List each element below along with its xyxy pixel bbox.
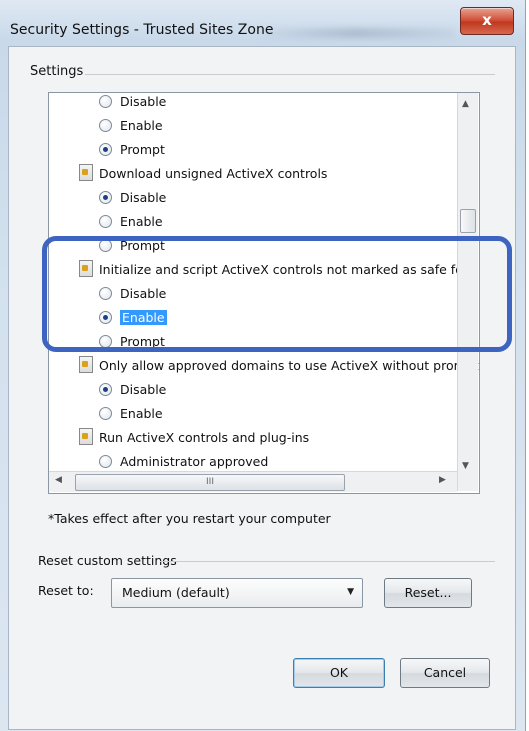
settings-group-label: Settings (30, 64, 84, 79)
ok-button[interactable]: OK (293, 658, 385, 688)
group-divider (85, 74, 495, 75)
setting-option-label: Enable (120, 406, 163, 421)
setting-category[interactable]: Only allow approved domains to use Activ… (79, 355, 479, 377)
reset-group-divider (160, 561, 495, 562)
radio-checked-icon[interactable] (99, 383, 112, 396)
cancel-button[interactable]: Cancel (400, 658, 490, 688)
setting-option-radio[interactable]: Enable (99, 115, 163, 137)
restart-note: *Takes effect after you restart your com… (48, 511, 331, 526)
security-level-value: Medium (default) (122, 585, 230, 600)
security-level-dropdown[interactable]: Medium (default) ▼ (111, 578, 363, 608)
scroll-down-icon[interactable]: ▼ (462, 461, 469, 471)
scroll-up-icon[interactable]: ▲ (462, 99, 469, 109)
radio-checked-icon[interactable] (99, 143, 112, 156)
window-title: Security Settings - Trusted Sites Zone (10, 22, 274, 38)
setting-option-label: Disable (120, 382, 167, 397)
setting-option-radio[interactable]: Enable (99, 211, 163, 233)
radio-checked-icon[interactable] (99, 191, 112, 204)
horizontal-scrollbar[interactable]: ◀ III ▶ (49, 471, 457, 492)
setting-option-label: Enable (120, 214, 163, 229)
reset-to-label: Reset to: (38, 583, 94, 598)
radio-unchecked-icon[interactable] (99, 407, 112, 420)
title-bar-blur (255, 28, 455, 38)
setting-option-radio[interactable]: Prompt (99, 139, 165, 161)
setting-option-radio[interactable]: Administrator approved (99, 451, 268, 473)
radio-unchecked-icon[interactable] (99, 455, 112, 468)
setting-option-label: Prompt (120, 142, 165, 157)
chevron-down-icon[interactable]: ▼ (347, 587, 354, 597)
dialog-window: Security Settings - Trusted Sites Zone x… (0, 0, 526, 731)
setting-category-label: Download unsigned ActiveX controls (99, 166, 328, 181)
setting-category-label: Run ActiveX controls and plug-ins (99, 430, 310, 445)
setting-option-radio[interactable]: Disable (99, 379, 166, 401)
setting-option-label: Disable (120, 190, 167, 205)
radio-unchecked-icon[interactable] (99, 215, 112, 228)
reset-group-label: Reset custom settings (38, 553, 177, 568)
settings-category-icon (79, 164, 93, 181)
scroll-grip: III (206, 477, 214, 487)
setting-option-label: Enable (120, 118, 163, 133)
vertical-scroll-thumb[interactable] (460, 209, 476, 233)
setting-option-label: Disable (120, 94, 167, 109)
horizontal-scroll-thumb[interactable]: III (75, 474, 345, 491)
setting-option-radio[interactable]: Disable (99, 93, 167, 113)
setting-category[interactable]: Download unsigned ActiveX controls (79, 163, 327, 185)
setting-category-label: Only allow approved domains to use Activ… (99, 358, 479, 373)
highlight-annotation (42, 236, 512, 352)
setting-option-radio[interactable]: Disable (99, 187, 166, 209)
radio-unchecked-icon[interactable] (99, 119, 112, 132)
title-bar[interactable]: Security Settings - Trusted Sites Zone x (0, 0, 525, 48)
scroll-right-icon[interactable]: ▶ (439, 475, 446, 485)
settings-category-icon (79, 356, 93, 373)
settings-category-icon (79, 428, 93, 445)
setting-option-label: Administrator approved (120, 454, 269, 469)
setting-option-radio[interactable]: Enable (99, 403, 163, 425)
reset-button[interactable]: Reset... (384, 578, 472, 608)
close-button[interactable]: x (460, 7, 514, 35)
scroll-left-icon[interactable]: ◀ (55, 475, 62, 485)
radio-unchecked-icon[interactable] (99, 95, 112, 108)
setting-category[interactable]: Run ActiveX controls and plug-ins (79, 427, 309, 449)
